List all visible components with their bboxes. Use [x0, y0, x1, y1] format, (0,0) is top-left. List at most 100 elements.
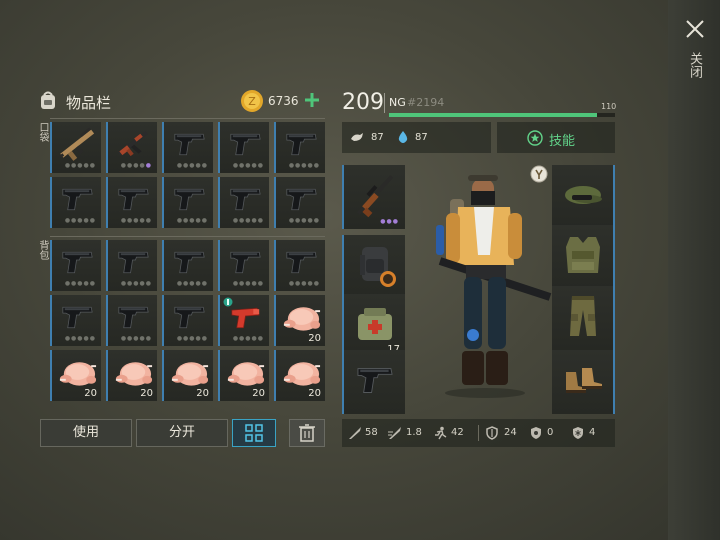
pocket-slot[interactable]: ●●●●●	[274, 122, 325, 173]
trash-icon	[299, 424, 315, 442]
sort-grid-button[interactable]	[232, 419, 276, 447]
use-button[interactable]: 使用	[40, 419, 132, 447]
raw-chicken-icon	[112, 353, 155, 391]
backpack-slot[interactable]: 20	[106, 350, 157, 401]
pocket-slot[interactable]: ●●●●●	[218, 122, 269, 173]
backpack-slot[interactable]: ●●●●●	[162, 240, 213, 291]
close-label[interactable]: 关闭	[686, 52, 702, 78]
thirst-value: 87	[415, 132, 428, 143]
side-strip	[668, 0, 720, 540]
grid-icon	[245, 424, 263, 442]
svg-text:Z: Z	[248, 95, 256, 108]
durability-dots: ●●●●●	[120, 162, 152, 169]
skills-button[interactable]: 技能	[497, 122, 615, 153]
player-level: 209	[342, 90, 384, 115]
durability-dots: ●●●●●	[176, 280, 208, 287]
item-quantity: 20	[84, 388, 97, 399]
inventory-title: 物品栏	[66, 94, 112, 112]
pistol-icon	[224, 180, 267, 218]
armor-shield-icon	[486, 426, 498, 440]
backpack-slot[interactable]: 20	[50, 350, 101, 401]
pocket-slot[interactable]: ●●●●●	[50, 177, 101, 228]
medkit-slot[interactable]: 17	[342, 294, 405, 358]
backpack-label: 背包	[37, 240, 48, 260]
pocket-slot[interactable]: ●●●●●	[162, 177, 213, 228]
legs-slot[interactable]	[552, 286, 615, 350]
pocket-slot[interactable]: ●●●●●	[274, 177, 325, 228]
pistol-icon	[168, 125, 211, 163]
weapon-slot-primary[interactable]: ●●●	[342, 165, 405, 229]
durability-dots: ●●●●●	[232, 217, 264, 224]
split-button[interactable]: 分开	[136, 419, 228, 447]
currency-amount: 6736	[268, 94, 299, 108]
durability-dots: ●●●●●	[120, 335, 152, 342]
backpack-slot[interactable]: 20	[274, 350, 325, 401]
rarity-dots: ●●●	[380, 218, 399, 225]
pocket-slot[interactable]: ●●●●●	[106, 177, 157, 228]
durability-dots: ●●●●●	[288, 280, 320, 287]
raw-chicken-icon	[56, 353, 99, 391]
xp-bar-fill	[389, 113, 597, 117]
sniper-rifle-icon	[350, 171, 400, 219]
backpack-slot[interactable]	[342, 235, 405, 299]
head-slot[interactable]	[552, 165, 615, 229]
player-id: #2194	[407, 96, 445, 109]
backpack-slot[interactable]: ●●●●●	[106, 295, 157, 346]
durability-dots: ●●●●●	[64, 335, 96, 342]
pistol-icon	[280, 125, 323, 163]
raw-chicken-icon	[280, 353, 323, 391]
stats-separator	[478, 425, 479, 441]
backpack-item-icon	[350, 241, 400, 289]
backpack-divider	[50, 236, 325, 237]
durability-dots: ●●●●●	[120, 280, 152, 287]
camo-pants-icon	[558, 292, 608, 340]
feet-slot[interactable]	[552, 350, 615, 414]
pistol-icon	[168, 180, 211, 218]
pistol-icon	[350, 356, 400, 404]
backpack-slot[interactable]: ●●●●●	[218, 295, 269, 346]
xp-label: 110	[601, 102, 617, 111]
backpack-icon	[41, 91, 55, 109]
item-quantity: 20	[308, 388, 321, 399]
durability-dots: ●●●●●	[232, 162, 264, 169]
pocket-slot[interactable]: ●●●●●	[218, 177, 269, 228]
assault-rifle-tan-icon	[56, 125, 99, 163]
move-speed-icon	[435, 426, 447, 440]
durability-dots: ●●●●●	[232, 280, 264, 287]
backpack-slot[interactable]: ●●●●●	[162, 295, 213, 346]
item-quantity: 20	[140, 388, 153, 399]
backpack-slot[interactable]: ●●●●●	[106, 240, 157, 291]
hunger-value: 87	[371, 132, 384, 143]
quest-item-icon	[223, 297, 233, 307]
pocket-label: 口袋	[37, 122, 48, 142]
pistol-icon	[112, 243, 155, 281]
backpack-slot[interactable]: ●●●●●	[50, 295, 101, 346]
durability-dots: ●●●●●	[176, 162, 208, 169]
backpack-slot[interactable]: ●●●●●	[274, 240, 325, 291]
raw-chicken-icon	[168, 353, 211, 391]
backpack-slot[interactable]: 20	[274, 295, 325, 346]
weapon-slot-secondary[interactable]	[342, 350, 405, 414]
cold-protection-value: 4	[589, 427, 596, 438]
durability-dots: ●●●●●	[288, 162, 320, 169]
pocket-slot[interactable]: ●●●●●	[50, 122, 101, 173]
close-icon[interactable]	[684, 18, 706, 40]
durability-dots: ●●●●●	[176, 217, 208, 224]
pistol-icon	[56, 180, 99, 218]
pistol-icon	[168, 243, 211, 281]
body-slot[interactable]	[552, 225, 615, 289]
pistol-icon	[224, 125, 267, 163]
durability-dots: ●●●●●	[288, 217, 320, 224]
backpack-slot[interactable]: ●●●●●	[50, 240, 101, 291]
pistol-icon	[280, 243, 323, 281]
melee-damage-icon	[349, 427, 361, 439]
add-currency-icon[interactable]	[302, 90, 322, 110]
attack-speed-icon	[388, 427, 401, 439]
trash-button[interactable]	[289, 419, 325, 447]
pocket-slot[interactable]: ●●●●●	[162, 122, 213, 173]
backpack-slot[interactable]: 20	[218, 350, 269, 401]
pocket-slot[interactable]: ●●●●●	[106, 122, 157, 173]
durability-dots: ●●●●●	[176, 335, 208, 342]
backpack-slot[interactable]: 20	[162, 350, 213, 401]
backpack-slot[interactable]: ●●●●●	[218, 240, 269, 291]
